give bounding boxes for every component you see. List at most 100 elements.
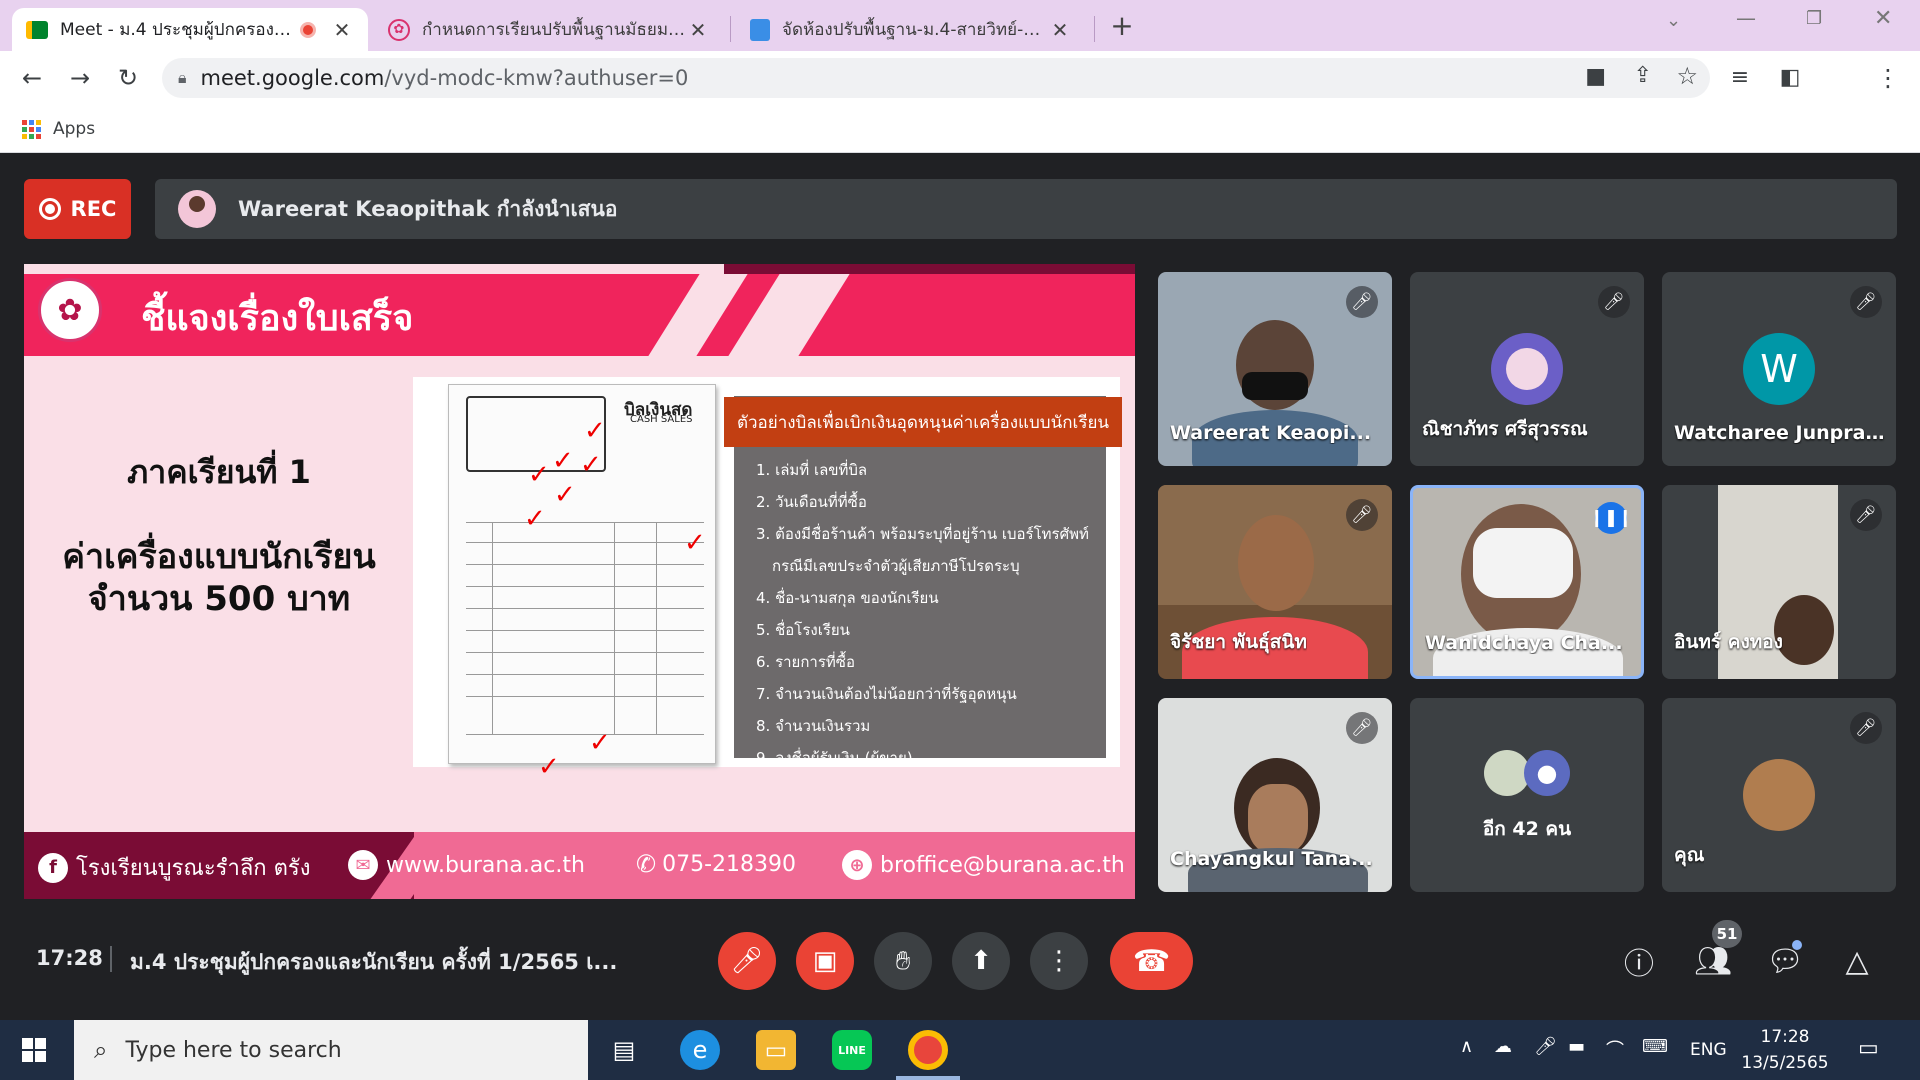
receipt-subtitle: CASH SALES	[630, 414, 693, 425]
slide-title: ชี้แจงเรื่องใบเสร็จ	[141, 298, 414, 339]
recording-icon	[300, 21, 316, 38]
url-host: meet.google.com	[200, 66, 385, 90]
apps-shortcut[interactable]: Apps	[22, 119, 95, 139]
side-panel-icon[interactable]: ◧	[1772, 60, 1808, 96]
self-tile[interactable]: 🎤︎ คุณ	[1662, 698, 1896, 892]
participant-tile[interactable]: 🎤︎ Wareerat Keaopi...	[1158, 272, 1392, 466]
receipt-rule	[466, 674, 704, 675]
instruction-item: 4. ชื่อ-นามสกุล ของนักเรียน	[756, 589, 939, 607]
instruction-item: 3. ต้องมีชื่อร้านค้า พร้อมระบุที่อยู่ร้า…	[756, 525, 1089, 543]
participant-tile[interactable]: 🎤︎ Chayangkul Tana...	[1158, 698, 1392, 892]
mic-off-icon: 🎤︎	[1850, 712, 1882, 744]
windows-start-button[interactable]	[22, 1038, 46, 1062]
edge-icon[interactable]: e	[680, 1030, 720, 1070]
more-count: อีก 42 คน	[1482, 818, 1572, 840]
participant-skin	[1248, 784, 1308, 854]
record-icon	[38, 198, 61, 220]
instruction-list: 1. เล่มที่ เลขที่บิล 2. วันเดือนที่ที่ซื…	[756, 454, 1096, 774]
cost-line-1: ค่าเครื่องแบบนักเรียน	[62, 537, 376, 577]
share-icon[interactable]: ⇪	[1634, 63, 1652, 88]
camera-icon[interactable]: ■	[1585, 64, 1606, 89]
receipt-rule	[466, 652, 704, 653]
leave-call-button[interactable]: ☎︎	[1110, 932, 1193, 990]
receipt-rule	[466, 630, 704, 631]
participant-face	[1774, 595, 1834, 665]
check-mark-icon: ✓	[538, 752, 560, 782]
onedrive-icon[interactable]: ☁	[1494, 1036, 1512, 1057]
present-button[interactable]: ⬆	[952, 932, 1010, 990]
mic-off-icon: 🎤︎	[730, 946, 764, 976]
wifi-icon[interactable]: ⌒	[1606, 1036, 1624, 1062]
restore-button[interactable]: ❐	[1806, 8, 1822, 29]
back-button[interactable]: ←	[14, 60, 50, 96]
close-icon[interactable]: ✕	[686, 18, 710, 42]
window-close-button[interactable]: ✕	[1874, 6, 1892, 31]
check-mark-icon: ✓	[524, 504, 546, 534]
present-screen-icon: ⬆	[970, 946, 992, 976]
participant-count-badge: 51	[1712, 920, 1742, 948]
participant-tile[interactable]: 🎤︎ อินทร์ คงทอง	[1662, 485, 1896, 679]
file-explorer-icon[interactable]: ▭	[756, 1030, 796, 1070]
recording-indicator[interactable]: REC	[24, 179, 131, 239]
instruction-header: ตัวอย่างบิลเพื่อเบิกเงินอุดหนุนค่าเครื่อ…	[724, 397, 1122, 447]
instruction-item: 7. จำนวนเงินต้องไม่น้อยกว่าที่รัฐอุดหนุน	[756, 685, 1017, 703]
bookmark-star-icon[interactable]: ☆	[1676, 62, 1698, 90]
close-icon[interactable]: ✕	[330, 18, 354, 42]
participant-tile[interactable]: 🎤︎ จิรัชยา พันธุ์สนิท	[1158, 485, 1392, 679]
participant-tile[interactable]: W 🎤︎ Watcharee Junpra...	[1662, 272, 1896, 466]
instruction-item: 2. วันเดือนที่ที่ซื้อ	[756, 493, 867, 511]
tab-classroom[interactable]: จัดห้องปรับพื้นฐาน-ม.4-สายวิทย์-ปีการ ✕	[736, 8, 1086, 51]
tab-title: Meet - ม.4 ประชุมผู้ปกครองและ	[60, 20, 300, 40]
camera-toggle-button[interactable]: ▣	[796, 932, 854, 990]
cost-text: ค่าเครื่องแบบนักเรียน จำนวน 500 บาท	[24, 536, 414, 620]
tab-schedule[interactable]: ✿ กำหนดการเรียนปรับพื้นฐานมัธยมศึกษ ✕	[374, 8, 724, 51]
participant-tile[interactable]: 🎤︎ ณิชาภัทร ศรีสุวรรณ	[1410, 272, 1644, 466]
taskbar-search[interactable]: ⌕ Type here to search	[74, 1020, 588, 1080]
clock-date: 13/5/2565	[1741, 1053, 1829, 1073]
chat-notification-dot	[1792, 940, 1802, 950]
mic-toggle-button[interactable]: 🎤︎	[718, 932, 776, 990]
instruction-item: 1. เล่มที่ เลขที่บิล	[756, 461, 868, 479]
more-participants-tile[interactable]: ● อีก 42 คน	[1410, 698, 1644, 892]
meeting-details-button[interactable]: ⓘ	[1616, 938, 1662, 984]
phone-icon: ✆	[636, 850, 657, 878]
line-app-icon[interactable]: LINE	[832, 1030, 872, 1070]
forward-button[interactable]: →	[62, 60, 98, 96]
show-hidden-icons[interactable]: ∧	[1460, 1036, 1473, 1057]
close-icon[interactable]: ✕	[1048, 18, 1072, 42]
check-mark-icon: ✓	[580, 450, 602, 480]
input-language[interactable]: ENG	[1690, 1040, 1727, 1060]
face-mask	[1242, 372, 1308, 400]
microphone-icon[interactable]: 🎤︎	[1534, 1036, 1557, 1057]
tab-search-icon[interactable]: ⌄	[1666, 10, 1681, 31]
media-control-icon[interactable]: ≡	[1722, 60, 1758, 96]
footer-email: ⊕ broffice@burana.ac.th	[842, 850, 1125, 880]
tab-meet[interactable]: Meet - ม.4 ประชุมผู้ปกครองและ ✕	[12, 8, 368, 51]
keyboard-icon[interactable]: ⌨	[1642, 1036, 1668, 1057]
divider	[110, 946, 112, 972]
instruction-item: 6. รายการที่ซื้อ	[756, 653, 855, 671]
address-bar[interactable]: 🔒︎ meet.google.com/vyd-modc-kmw?authuser…	[162, 58, 1710, 98]
activities-button[interactable]: △	[1834, 938, 1880, 984]
participant-name: อินทร์ คงทอง	[1674, 631, 1783, 653]
participant-tile-active-speaker[interactable]: ❙❚❙ Wanidchaya Cha...	[1410, 485, 1644, 679]
taskbar-clock[interactable]: 17:28 13/5/2565	[1735, 1024, 1835, 1076]
presenter-text: Wareerat Keaopithak กำลังนำเสนอ	[238, 196, 618, 221]
presentation-slide: ✿ ชี้แจงเรื่องใบเสร็จ ภาคเรียนที่ 1 ค่าเ…	[24, 264, 1135, 899]
participant-name: Chayangkul Tana...	[1170, 848, 1373, 870]
presenter-bar: Wareerat Keaopithak กำลังนำเสนอ	[155, 179, 1897, 239]
more-vert-icon: ⋮	[1046, 946, 1072, 976]
raise-hand-button[interactable]: ✋︎	[874, 932, 932, 990]
footer-facebook: f โรงเรียนบูรณะรำลึก ตรัง	[38, 850, 310, 885]
slide-footer: f โรงเรียนบูรณะรำลึก ตรัง ✉ www.burana.ac.…	[24, 832, 1135, 899]
battery-icon[interactable]: ▬	[1568, 1036, 1585, 1057]
chrome-icon[interactable]	[908, 1030, 948, 1070]
task-view-icon[interactable]: ▤	[604, 1030, 644, 1070]
meeting-name: ม.4 ประชุมผู้ปกครองและนักเรียน ครั้งที่ …	[130, 950, 618, 974]
more-options-button[interactable]: ⋮	[1030, 932, 1088, 990]
reload-button[interactable]: ↻	[110, 60, 146, 96]
minimize-button[interactable]: —	[1736, 6, 1756, 30]
new-tab-button[interactable]: +	[1106, 10, 1138, 42]
menu-icon[interactable]: ⋮	[1870, 60, 1906, 96]
notification-icon[interactable]: ▭	[1858, 1036, 1879, 1061]
